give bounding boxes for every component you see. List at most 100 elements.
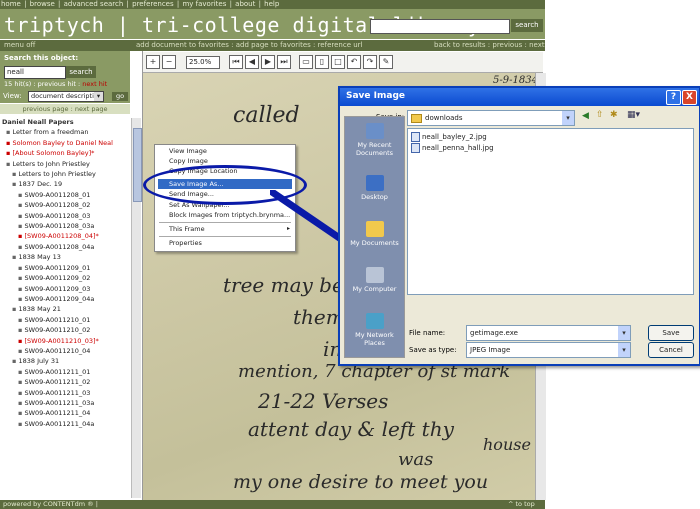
prev-page-icon[interactable]: ◀	[245, 55, 259, 69]
chevron-down-icon[interactable]: ▾	[618, 343, 630, 357]
hit-marker-icon: *	[95, 232, 99, 241]
tree-item[interactable]: ▪ SW09-A0011208_03	[2, 211, 130, 221]
tree-item[interactable]: ▪ SW09-A0011211_04	[2, 408, 130, 418]
view-select[interactable]: document description ▾	[28, 91, 104, 102]
menu-item-copy-image[interactable]: Copy Image	[169, 157, 208, 165]
page-pager[interactable]: previous page : next page	[0, 104, 130, 114]
favorites-links[interactable]: add document to favorites : add page to …	[136, 40, 363, 51]
up-folder-icon[interactable]: ⇧	[596, 110, 604, 120]
nav-about[interactable]: about	[234, 0, 256, 8]
tree-item-label: SW09-A0011208_03a	[24, 222, 95, 231]
save-button[interactable]: Save	[648, 325, 694, 341]
tree-item[interactable]: ▪ SW09-A0011209_04a	[2, 294, 130, 304]
view-go-button[interactable]: go	[112, 92, 128, 101]
tree-item[interactable]: ▪ Letters to John Priestley	[2, 159, 130, 169]
save-in-combo[interactable]: downloads ▾	[407, 110, 575, 126]
zoom-level-field[interactable]: 25.0%	[186, 56, 220, 69]
chevron-down-icon[interactable]: ▾	[618, 326, 630, 340]
zoom-out-icon[interactable]: −	[162, 55, 176, 69]
fit-page-icon[interactable]: ▭	[299, 55, 313, 69]
place-my-documents[interactable]: My Documents	[345, 221, 404, 247]
back-icon[interactable]: ◀	[582, 111, 589, 121]
pencil-icon[interactable]: ✎	[379, 55, 393, 69]
fit-width-icon[interactable]: ▯	[315, 55, 329, 69]
tree-item[interactable]: ▪ Letter from a freedman	[2, 127, 130, 137]
nav-my-favorites[interactable]: my favorites	[181, 0, 227, 8]
object-search-button[interactable]: search	[66, 66, 96, 78]
tree-item[interactable]: ▪ 1838 May 13	[2, 252, 130, 262]
collection-title: Daniel Neall Papers	[2, 118, 74, 126]
tree-item[interactable]: ▪ SW09-A0011210_02	[2, 325, 130, 335]
tree-item[interactable]: ▪ 1838 May 21	[2, 304, 130, 314]
tree-item[interactable]: ▪ 1838 July 31	[2, 356, 130, 366]
place-desktop[interactable]: Desktop	[345, 175, 404, 201]
zoom-in-icon[interactable]: +	[146, 55, 160, 69]
menu-off-link[interactable]: menu off	[4, 40, 35, 51]
tree-item[interactable]: ▪ 1837 Dec. 19	[2, 179, 130, 189]
previous-hit-link[interactable]: previous hit	[38, 80, 76, 88]
tree-item[interactable]: ▪ SW09-A0011208_01	[2, 190, 130, 200]
site-search-input[interactable]	[370, 19, 510, 34]
tree-item[interactable]: ▪ [About Solomon Bayley]*	[2, 148, 130, 158]
tree-item[interactable]: ▪ SW09-A0011210_04	[2, 346, 130, 356]
sidebar-scrollbar[interactable]	[131, 118, 142, 498]
tree-item-label: SW09-A0011211_01	[24, 367, 91, 376]
first-page-icon[interactable]: ⏮	[229, 55, 243, 69]
place-recent-documents[interactable]: My Recent Documents	[345, 123, 404, 157]
file-name-input[interactable]: getimage.exe ▾	[466, 325, 631, 341]
tree-item[interactable]: ▪ SW09-A0011211_04a	[2, 419, 130, 429]
tree-item[interactable]: ▪ [SW09-A0011208_04]*	[2, 231, 130, 241]
nav-browse[interactable]: browse	[29, 0, 56, 8]
chevron-down-icon[interactable]: ▾	[94, 92, 103, 101]
cancel-button[interactable]: Cancel	[648, 342, 694, 358]
close-button[interactable]: X	[682, 90, 697, 105]
file-item[interactable]: neall_bayley_2.jpg	[411, 132, 487, 142]
place-label: My Recent Documents	[355, 141, 394, 157]
menu-item-properties[interactable]: Properties	[169, 239, 202, 247]
nav-preferences[interactable]: preferences	[131, 0, 175, 8]
new-folder-icon[interactable]: ✱	[610, 110, 618, 120]
nav-home[interactable]: home	[0, 0, 22, 8]
object-search-input[interactable]: neall	[4, 66, 66, 79]
scrollbar-thumb[interactable]	[133, 128, 142, 202]
rotate-left-icon[interactable]: ↶	[347, 55, 361, 69]
tree-item[interactable]: ▪ SW09-A0011209_02	[2, 273, 130, 283]
tree-item[interactable]: ▪ [SW09-A0011210_03]*	[2, 336, 130, 346]
full-size-icon[interactable]: □	[331, 55, 345, 69]
tree-item[interactable]: ▪ SW09-A0011211_03a	[2, 398, 130, 408]
nav-advanced-search[interactable]: advanced search	[63, 0, 125, 8]
next-page-icon[interactable]: ▶	[261, 55, 275, 69]
tree-item[interactable]: ▪ SW09-A0011211_02	[2, 377, 130, 387]
next-hit-link[interactable]: next hit	[82, 80, 107, 88]
file-list[interactable]: neall_bayley_2.jpg neall_penna_hall.jpg	[407, 128, 694, 295]
top-nav: home | browse | advanced search | prefer…	[0, 0, 545, 9]
tree-item[interactable]: ▪ SW09-A0011208_02	[2, 200, 130, 210]
tree-item[interactable]: ▪ SW09-A0011208_04a	[2, 242, 130, 252]
menu-item-this-frame[interactable]: This Frame	[169, 225, 205, 233]
site-search-button[interactable]: search	[511, 19, 543, 32]
tree-item-label: 1838 May 21	[18, 305, 61, 314]
last-page-icon[interactable]: ⏭	[277, 55, 291, 69]
tree-item[interactable]: ▪ SW09-A0011209_03	[2, 284, 130, 294]
views-menu-icon[interactable]: ▦▾	[627, 110, 640, 120]
place-my-computer[interactable]: My Computer	[345, 267, 404, 293]
to-top-link[interactable]: ^ to top	[508, 500, 535, 509]
tree-item[interactable]: ▪ Letters to John Priestley	[2, 169, 130, 179]
save-type-select[interactable]: JPEG Image ▾	[466, 342, 631, 358]
tree-item[interactable]: ▪ SW09-A0011211_03	[2, 388, 130, 398]
tree-item[interactable]: ▪ SW09-A0011208_03a	[2, 221, 130, 231]
place-network-places[interactable]: My Network Places	[345, 313, 404, 347]
tree-item[interactable]: ▪ Solomon Bayley to Daniel Neal	[2, 138, 130, 148]
tree-item[interactable]: ▪ SW09-A0011210_01	[2, 315, 130, 325]
tree-item-label: SW09-A0011208_03	[24, 211, 91, 220]
rotate-right-icon[interactable]: ↷	[363, 55, 377, 69]
tree-item[interactable]: ▪ SW09-A0011211_01	[2, 367, 130, 377]
file-item[interactable]: neall_penna_hall.jpg	[411, 143, 494, 153]
tree-item[interactable]: ▪ SW09-A0011209_01	[2, 263, 130, 273]
help-button[interactable]: ?	[666, 90, 681, 105]
tree-item-label: SW09-A0011211_03	[24, 388, 91, 397]
result-nav-links[interactable]: back to results : previous : next	[434, 40, 545, 51]
menu-item-view-image[interactable]: View Image	[169, 147, 207, 155]
chevron-down-icon[interactable]: ▾	[562, 111, 574, 125]
nav-help[interactable]: help	[263, 0, 280, 8]
